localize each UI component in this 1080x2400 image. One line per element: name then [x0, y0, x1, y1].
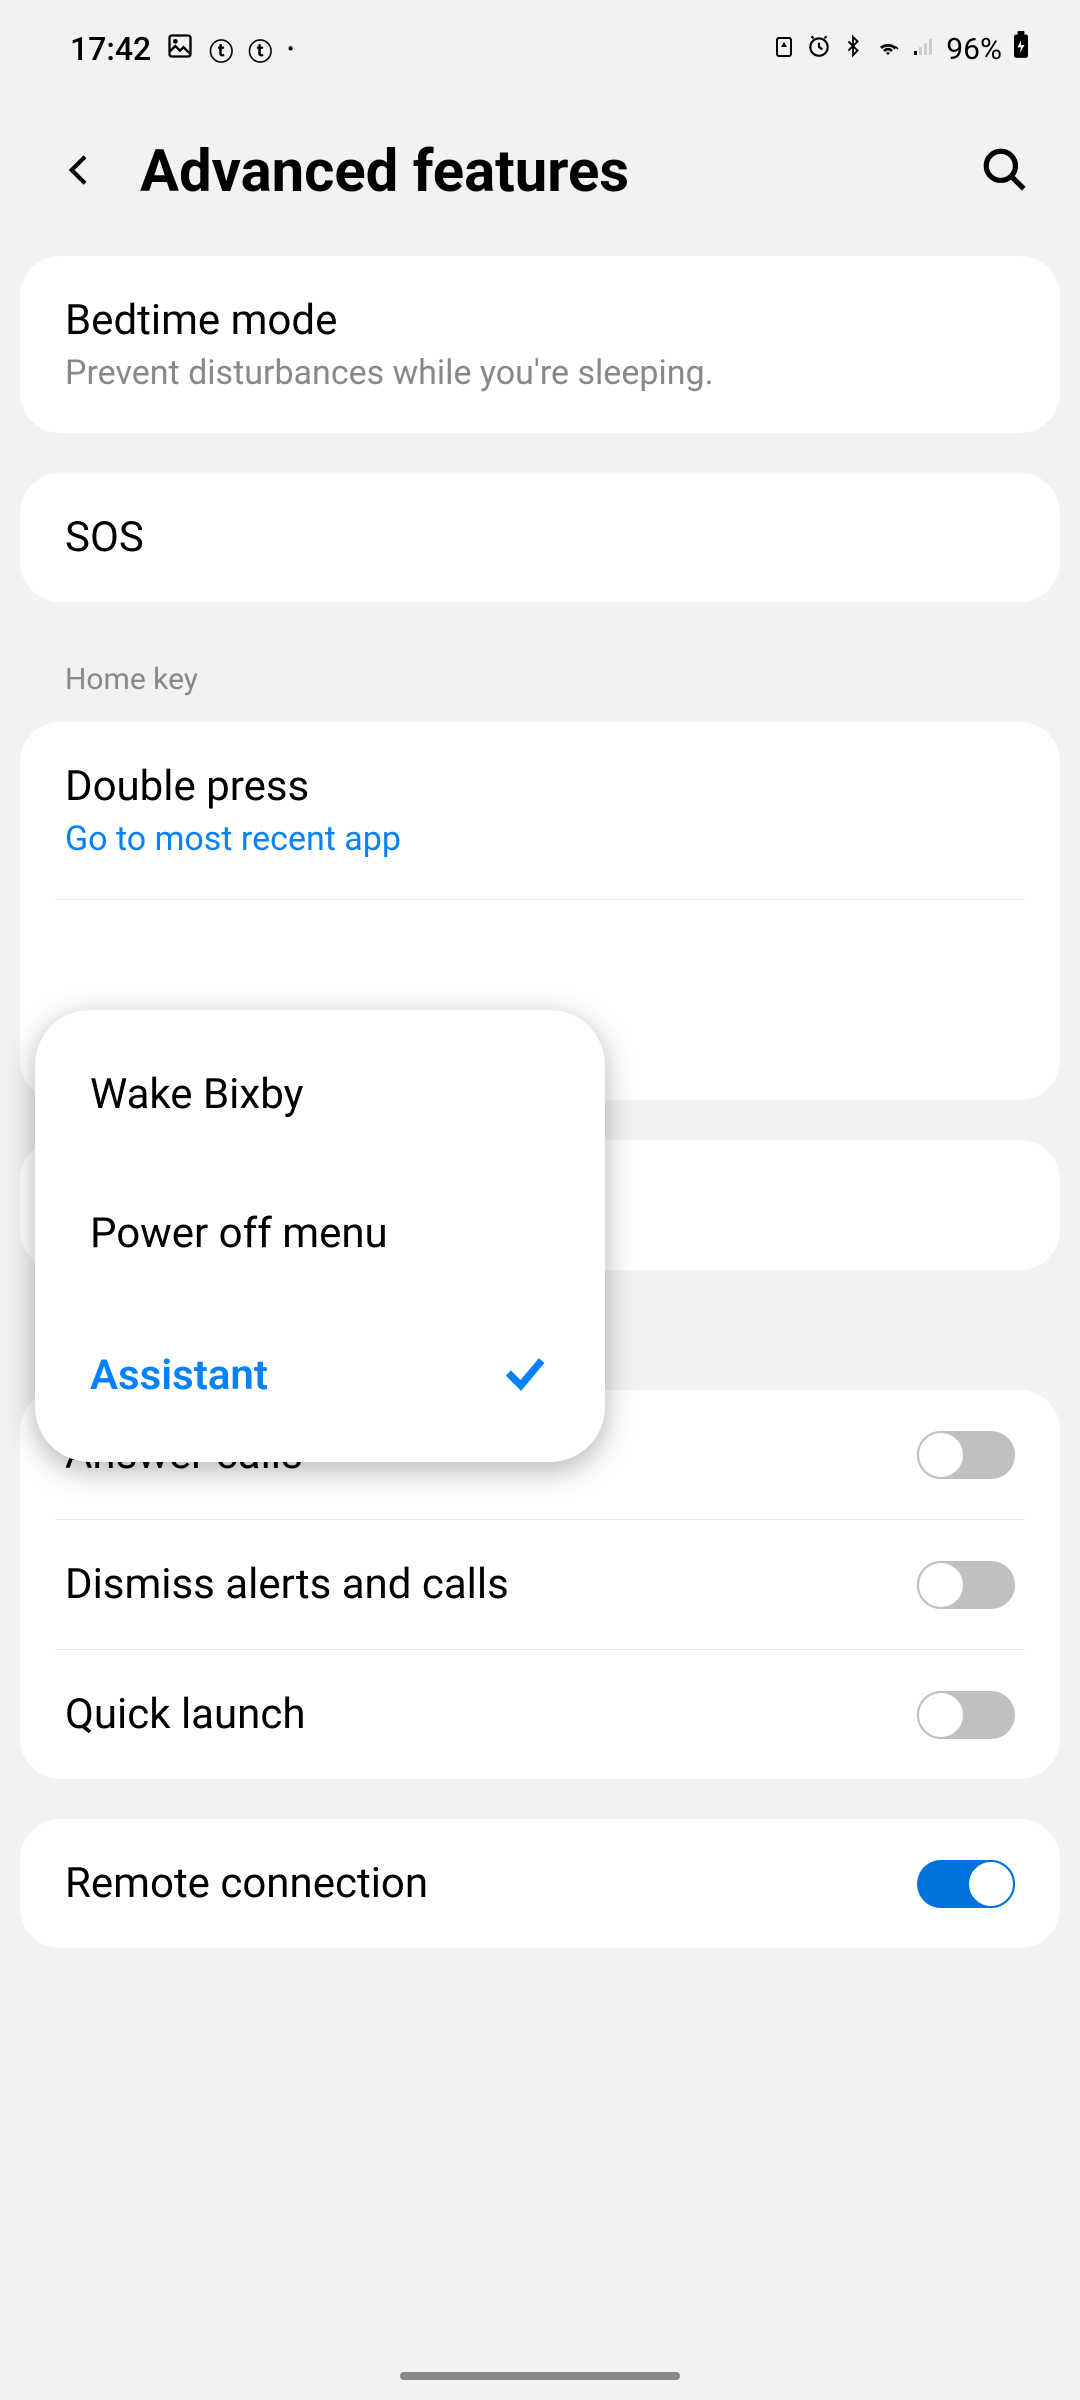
teams-icon-2: ⓣ [248, 32, 272, 67]
wifi-icon [874, 32, 902, 67]
popup-label-assistant: Assistant [90, 1351, 268, 1400]
remote-connection-label: Remote connection [65, 1859, 428, 1908]
popup-label-power-off: Power off menu [90, 1209, 388, 1258]
dismiss-alerts-label: Dismiss alerts and calls [65, 1560, 509, 1609]
page-title: Advanced features [140, 138, 940, 206]
dot-icon: • [287, 37, 294, 61]
bedtime-card[interactable]: Bedtime mode Prevent disturbances while … [20, 256, 1060, 433]
teams-icon: ⓣ [209, 32, 233, 67]
status-bar: 17:42 ⓣ ⓣ • 96% [0, 0, 1080, 88]
answer-calls-toggle[interactable] [917, 1431, 1015, 1479]
check-icon [500, 1348, 550, 1402]
quick-launch-label: Quick launch [65, 1690, 305, 1739]
bedtime-subtitle: Prevent disturbances while you're sleepi… [65, 353, 1015, 393]
quick-launch-row[interactable]: Quick launch [20, 1650, 1060, 1779]
popup-menu: Wake Bixby Power off menu Assistant [35, 1010, 605, 1462]
remote-connection-card[interactable]: Remote connection [20, 1819, 1060, 1948]
dismiss-alerts-row[interactable]: Dismiss alerts and calls [55, 1520, 1025, 1650]
bedtime-title: Bedtime mode [65, 296, 1015, 345]
battery-percent: 96% [946, 32, 1002, 67]
alarm-icon [806, 32, 832, 67]
section-header-homekey: Home key [0, 642, 1080, 722]
status-time: 17:42 [70, 30, 151, 68]
bluetooth-icon [842, 32, 864, 67]
sos-title: SOS [65, 513, 1015, 562]
sos-card[interactable]: SOS [20, 473, 1060, 602]
popup-item-power-off[interactable]: Power off menu [35, 1164, 605, 1303]
header: Advanced features [0, 88, 1080, 256]
status-right: 96% [772, 31, 1030, 67]
nav-indicator[interactable] [400, 2372, 680, 2380]
battery-icon [1012, 31, 1030, 67]
dismiss-alerts-toggle[interactable] [917, 1561, 1015, 1609]
quick-launch-toggle[interactable] [917, 1691, 1015, 1739]
popup-item-assistant[interactable]: Assistant [35, 1303, 605, 1447]
double-press-subtitle: Go to most recent app [65, 819, 1015, 859]
double-press-title: Double press [65, 762, 1015, 811]
popup-label-wake-bixby: Wake Bixby [90, 1070, 303, 1119]
back-icon[interactable] [60, 150, 100, 194]
double-press-item[interactable]: Double press Go to most recent app [55, 722, 1025, 900]
status-left: 17:42 ⓣ ⓣ • [70, 30, 294, 68]
image-icon [166, 30, 194, 68]
search-icon[interactable] [980, 145, 1030, 199]
popup-item-wake-bixby[interactable]: Wake Bixby [35, 1025, 605, 1164]
app-icon [772, 32, 796, 67]
signal-icon [912, 32, 936, 67]
remote-connection-toggle[interactable] [917, 1860, 1015, 1908]
